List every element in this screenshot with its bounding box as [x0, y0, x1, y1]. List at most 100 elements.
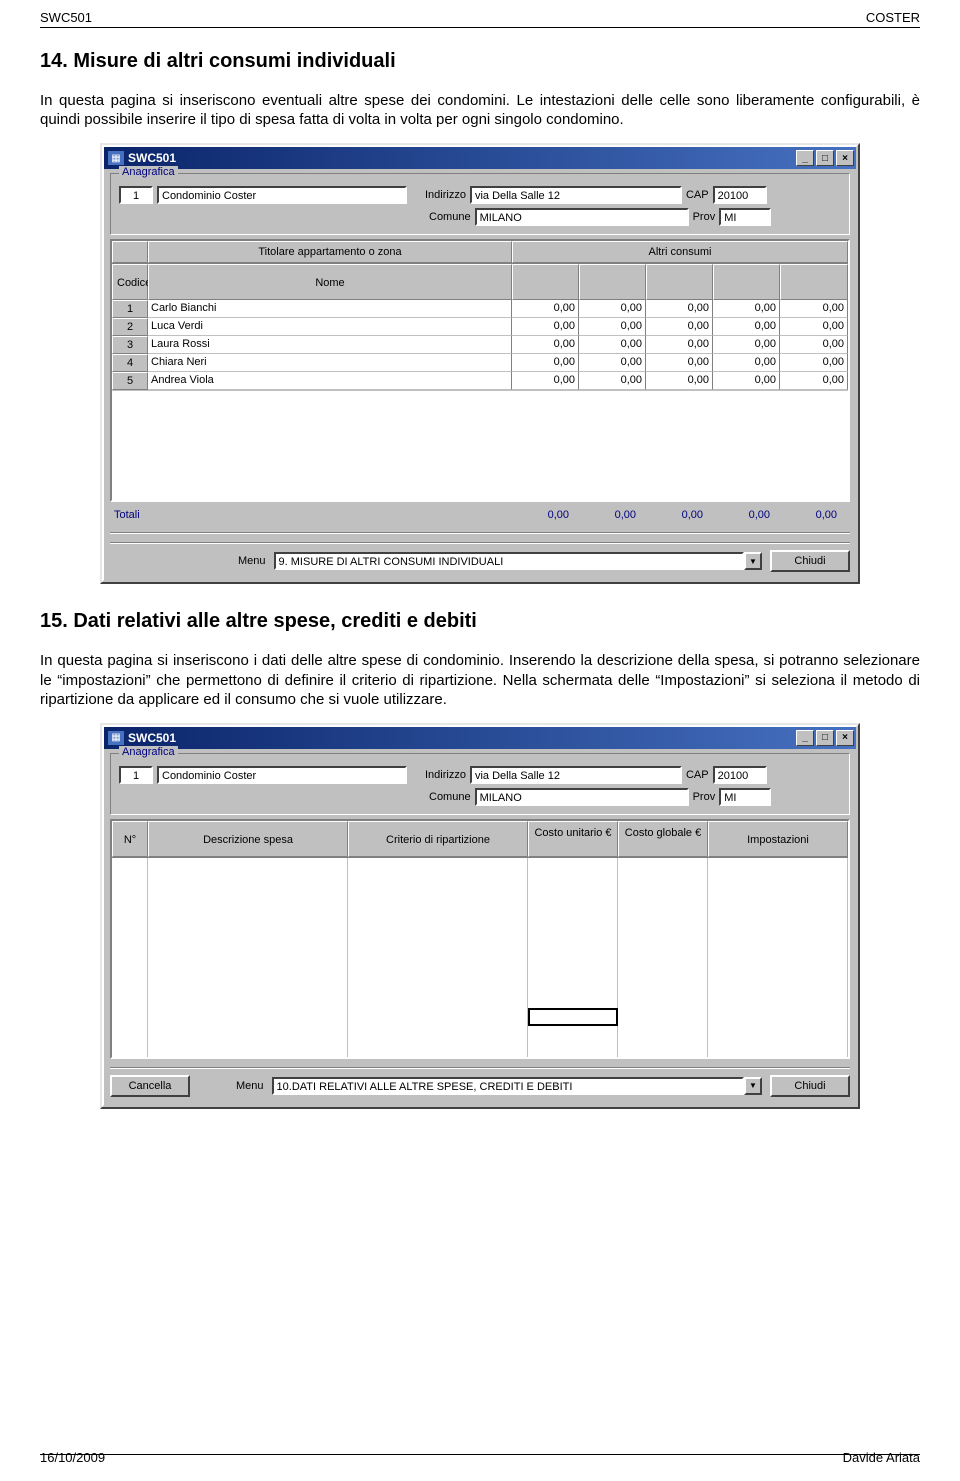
col-titolare: Titolare appartamento o zona	[148, 241, 512, 263]
menu-dropdown[interactable]: 9. MISURE DI ALTRI CONSUMI INDIVIDUALI ▼	[274, 552, 762, 570]
cancella-button[interactable]: Cancella	[110, 1075, 190, 1097]
chevron-down-icon[interactable]: ▼	[744, 552, 762, 570]
row-val[interactable]: 0,00	[780, 336, 848, 354]
row-nome[interactable]: Chiara Neri	[148, 354, 512, 372]
chiudi-button[interactable]: Chiudi	[770, 550, 850, 572]
row-val[interactable]: 0,00	[512, 354, 579, 372]
indirizzo-field[interactable]: via Della Salle 12	[470, 186, 682, 204]
row-val[interactable]: 0,00	[512, 318, 579, 336]
row-val[interactable]: 0,00	[579, 372, 646, 390]
row-val[interactable]: 0,00	[713, 318, 780, 336]
row-val[interactable]: 0,00	[646, 372, 713, 390]
row-index: 3	[112, 336, 148, 354]
row-val[interactable]: 0,00	[780, 372, 848, 390]
row-nome[interactable]: Luca Verdi	[148, 318, 512, 336]
window-swc501-spese: ▦ SWC501 _ □ × Anagrafica 1 Condominio C…	[100, 723, 860, 1109]
section-15-title: 15. Dati relativi alle altre spese, cred…	[40, 610, 920, 633]
consumi-table: Titolare appartamento o zona Altri consu…	[110, 239, 850, 502]
condo-id-field[interactable]: 1	[119, 186, 153, 204]
comune-field[interactable]: MILANO	[475, 788, 689, 806]
indirizzo-label: Indirizzo	[425, 189, 466, 201]
selected-cell[interactable]	[528, 1008, 618, 1026]
spese-table: N° Descrizione spesa Criterio di riparti…	[110, 819, 850, 1059]
comune-field[interactable]: MILANO	[475, 208, 689, 226]
section-15-para: In questa pagina si inseriscono i dati d…	[40, 651, 920, 709]
row-val[interactable]: 0,00	[579, 354, 646, 372]
header-rule	[40, 27, 920, 28]
indirizzo-field[interactable]: via Della Salle 12	[470, 766, 682, 784]
totali-row: Totali 0,00 0,00 0,00 0,00 0,00	[110, 506, 850, 524]
comune-label: Comune	[429, 211, 471, 223]
minimize-button[interactable]: _	[796, 150, 814, 166]
row-val[interactable]: 0,00	[646, 318, 713, 336]
col-descrizione: Descrizione spesa	[148, 821, 348, 857]
row-val[interactable]: 0,00	[579, 336, 646, 354]
cap-field[interactable]: 20100	[713, 766, 767, 784]
row-val[interactable]: 0,00	[713, 354, 780, 372]
condo-name-field[interactable]: Condominio Coster	[157, 766, 407, 784]
condo-id-field[interactable]: 1	[119, 766, 153, 784]
chiudi-button[interactable]: Chiudi	[770, 1075, 850, 1097]
row-val[interactable]: 0,00	[713, 300, 780, 318]
minimize-button[interactable]: _	[796, 730, 814, 746]
close-button[interactable]: ×	[836, 150, 854, 166]
comune-label: Comune	[429, 791, 471, 803]
doc-code: SWC501	[40, 10, 92, 25]
tot-5: 0,00	[778, 506, 845, 524]
indirizzo-label: Indirizzo	[425, 769, 466, 781]
row-val[interactable]: 0,00	[713, 372, 780, 390]
close-button[interactable]: ×	[836, 730, 854, 746]
tot-1: 0,00	[510, 506, 577, 524]
col-n: N°	[112, 821, 148, 857]
row-nome[interactable]: Carlo Bianchi	[148, 300, 512, 318]
row-val[interactable]: 0,00	[512, 336, 579, 354]
prov-field[interactable]: MI	[719, 788, 771, 806]
section-14-title: 14. Misure di altri consumi individuali	[40, 50, 920, 73]
table-row[interactable]: 2Luca Verdi0,000,000,000,000,00	[112, 318, 848, 336]
maximize-button[interactable]: □	[816, 150, 834, 166]
row-val[interactable]: 0,00	[780, 318, 848, 336]
row-index: 2	[112, 318, 148, 336]
condo-name-field[interactable]: Condominio Coster	[157, 186, 407, 204]
row-val[interactable]: 0,00	[579, 300, 646, 318]
menu-label: Menu	[238, 555, 266, 567]
col-costo-globale: Costo globale €	[618, 821, 708, 857]
table-row[interactable]: 1Carlo Bianchi0,000,000,000,000,00	[112, 300, 848, 318]
row-val[interactable]: 0,00	[713, 336, 780, 354]
row-val[interactable]: 0,00	[646, 354, 713, 372]
menu-dropdown[interactable]: 10.DATI RELATIVI ALLE ALTRE SPESE, CREDI…	[272, 1077, 762, 1095]
chevron-down-icon[interactable]: ▼	[744, 1077, 762, 1095]
cap-field[interactable]: 20100	[713, 186, 767, 204]
window-title: SWC501	[128, 731, 796, 745]
table-row[interactable]: 4Chiara Neri0,000,000,000,000,00	[112, 354, 848, 372]
row-val[interactable]: 0,00	[646, 300, 713, 318]
tot-4: 0,00	[711, 506, 778, 524]
row-val[interactable]: 0,00	[512, 300, 579, 318]
row-val[interactable]: 0,00	[780, 354, 848, 372]
row-val[interactable]: 0,00	[646, 336, 713, 354]
menu-value: 10.DATI RELATIVI ALLE ALTRE SPESE, CREDI…	[272, 1077, 744, 1095]
vendor-name: COSTER	[866, 10, 920, 25]
row-nome[interactable]: Andrea Viola	[148, 372, 512, 390]
row-nome[interactable]: Laura Rossi	[148, 336, 512, 354]
maximize-button[interactable]: □	[816, 730, 834, 746]
footer-date: 16/10/2009	[40, 1450, 105, 1465]
anagrafica-group: Anagrafica 1 Condominio Coster Indirizzo…	[110, 753, 850, 815]
spese-grid-body[interactable]	[112, 857, 848, 1057]
titlebar[interactable]: ▦ SWC501 _ □ ×	[104, 147, 856, 169]
table-row[interactable]: 5Andrea Viola0,000,000,000,000,00	[112, 372, 848, 390]
table-row[interactable]: 3Laura Rossi0,000,000,000,000,00	[112, 336, 848, 354]
col-costo-unitario: Costo unitario €	[528, 821, 618, 857]
row-val[interactable]: 0,00	[780, 300, 848, 318]
row-val[interactable]: 0,00	[512, 372, 579, 390]
cap-label: CAP	[686, 769, 709, 781]
prov-field[interactable]: MI	[719, 208, 771, 226]
titlebar[interactable]: ▦ SWC501 _ □ ×	[104, 727, 856, 749]
col-criterio: Criterio di ripartizione	[348, 821, 528, 857]
anagrafica-label: Anagrafica	[119, 166, 178, 178]
anagrafica-group: Anagrafica 1 Condominio Coster Indirizzo…	[110, 173, 850, 235]
col-nome: Nome	[148, 264, 512, 300]
app-icon: ▦	[108, 151, 124, 165]
footer-author: Davide Ariata	[843, 1450, 920, 1465]
row-val[interactable]: 0,00	[579, 318, 646, 336]
